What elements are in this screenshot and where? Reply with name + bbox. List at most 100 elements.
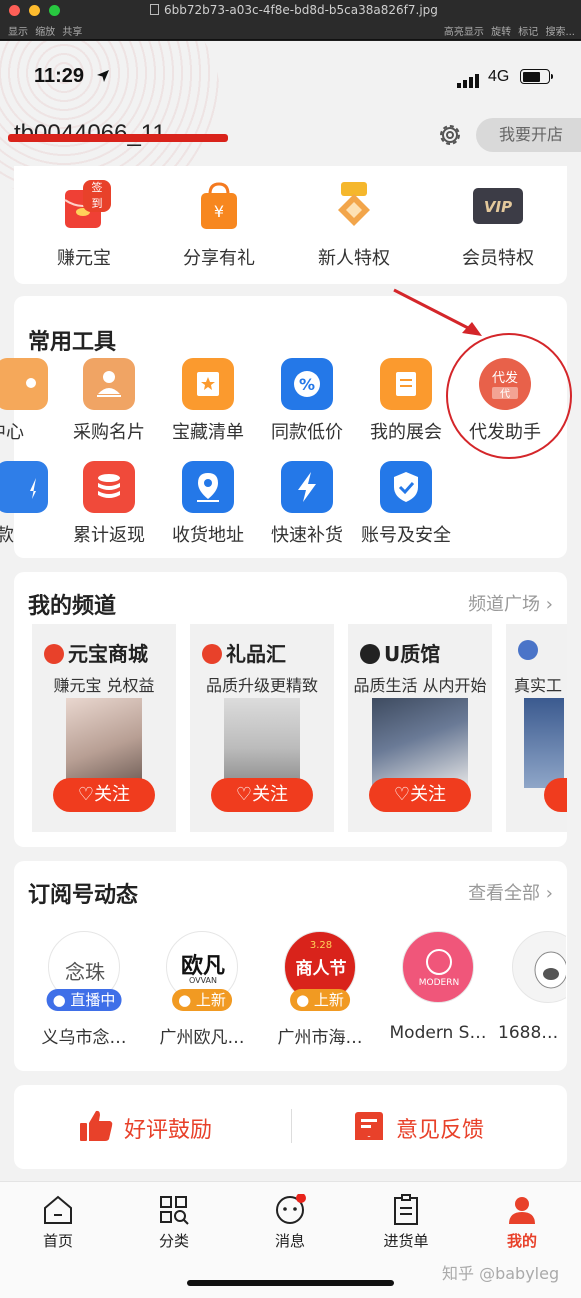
- feedback-form-icon: [355, 1112, 383, 1140]
- home-indicator[interactable]: [187, 1280, 394, 1286]
- toolbar-markup-button[interactable]: 标记: [518, 27, 538, 38]
- channel-subtitle: 真实工: [514, 676, 563, 695]
- toolbar-search-field[interactable]: 搜索...: [545, 27, 575, 38]
- quick-action-newbie-privilege[interactable]: 新人特权: [294, 180, 414, 270]
- partial-icon: [0, 461, 48, 513]
- open-shop-button[interactable]: 我要开店: [476, 118, 581, 152]
- order-list-icon: [394, 1194, 418, 1225]
- channel-card[interactable]: 真实工: [506, 624, 567, 832]
- subscription-item[interactable]: MODERN Modern S…: [378, 931, 498, 1043]
- sign-in-badge: 签到: [83, 180, 111, 212]
- quick-action-member-privilege[interactable]: VIP 会员特权: [438, 180, 558, 270]
- battery-icon: [520, 69, 553, 84]
- follow-button[interactable]: ♡关注: [369, 778, 471, 812]
- annotation-circle: [446, 333, 572, 459]
- avatar: [512, 931, 566, 1003]
- quick-action-share-gift[interactable]: ¥ 分享有礼: [159, 180, 279, 270]
- channel-plaza-link[interactable]: 频道广场 ›: [468, 590, 553, 616]
- channel-subtitle: 品质生活 从内开始: [353, 676, 487, 695]
- follow-button[interactable]: ♡关注: [211, 778, 313, 812]
- toolbar-left-group: 显示 缩放 共享: [8, 23, 82, 38]
- tool-label: 账号及安全: [361, 525, 451, 546]
- tool-account-security[interactable]: 账号及安全: [356, 461, 456, 547]
- toolbar-zoom-button[interactable]: 缩放: [35, 27, 55, 38]
- home-icon: [44, 1195, 72, 1224]
- window-title: 6bb72b73-a03c-4f8e-bd8d-b5ca38a826f7.jpg: [150, 3, 438, 17]
- channel-carousel[interactable]: 元宝商城 赚元宝 兑权益 ♡关注 礼品汇 品质升级更精致 ♡关注 U质馆 品质生…: [14, 624, 567, 834]
- red-envelope-icon: 签到: [57, 180, 111, 232]
- tool-my-exhibition[interactable]: 我的展会: [356, 358, 456, 444]
- channel-name-text: 礼品汇: [226, 642, 286, 666]
- follow-label: 关注: [252, 784, 289, 805]
- tab-category[interactable]: 分类: [134, 1194, 214, 1251]
- praise-label: 好评鼓励: [124, 1118, 213, 1143]
- toolbar-rotate-button[interactable]: 旋转: [491, 27, 511, 38]
- channel-card[interactable]: 元宝商城 赚元宝 兑权益 ♡关注: [32, 624, 176, 832]
- avatar-subtext: OVVAN: [188, 976, 218, 985]
- avatar-text: 念珠: [65, 960, 105, 984]
- profile-icon: [509, 1197, 535, 1224]
- tool-cumulative-cashback[interactable]: 累计返现: [59, 461, 159, 547]
- tab-home[interactable]: 首页: [18, 1194, 98, 1251]
- live-tag: ● 直播中: [46, 989, 122, 1011]
- follow-button[interactable]: ♡关注: [53, 778, 155, 812]
- subscription-item[interactable]: 3.28 商人节 ● 上新 广州市海…: [260, 931, 380, 1048]
- channel-card[interactable]: U质馆 品质生活 从内开始 ♡关注: [348, 624, 492, 832]
- vip-card-icon: VIP: [471, 180, 525, 232]
- toolbar-show-button[interactable]: 显示: [8, 27, 28, 38]
- channel-name: U质馆: [360, 638, 440, 667]
- tool-purchase-card[interactable]: 采购名片: [59, 358, 159, 444]
- tab-mine[interactable]: 我的: [482, 1194, 562, 1251]
- tool-label: 收货地址: [172, 525, 244, 546]
- tab-label: 首页: [42, 1232, 73, 1250]
- watermark: 知乎 @babyleg: [442, 1264, 560, 1283]
- shield-check-icon: [380, 461, 432, 513]
- feedback-button[interactable]: 意见反馈: [352, 1109, 484, 1144]
- toolbar-share-button[interactable]: 共享: [62, 27, 82, 38]
- coins-stack-icon: [83, 461, 135, 513]
- toolbar-highlight-button[interactable]: 高亮显示: [444, 27, 484, 38]
- view-all-link[interactable]: 查看全部 ›: [468, 879, 553, 905]
- tag-label: 直播中: [70, 991, 116, 1009]
- gear-icon[interactable]: [436, 121, 464, 149]
- tool-treasure-list[interactable]: 宝藏清单: [158, 358, 258, 444]
- tab-label: 我的: [506, 1232, 537, 1250]
- quick-action-label: 会员特权: [462, 248, 534, 269]
- zoom-window-button[interactable]: [49, 5, 60, 16]
- tab-messages[interactable]: 消息: [250, 1194, 330, 1251]
- section-title: 我的频道: [28, 594, 117, 619]
- channel-card[interactable]: 礼品汇 品质升级更精致 ♡关注: [190, 624, 334, 832]
- chevron-right-icon: ›: [545, 594, 553, 615]
- close-window-button[interactable]: [9, 5, 20, 16]
- tool-same-style-low-price[interactable]: % 同款低价: [257, 358, 357, 444]
- tool-shipping-address[interactable]: 收货地址: [158, 461, 258, 547]
- dot-icon: ●: [178, 991, 196, 1009]
- category-grid-icon: [160, 1196, 189, 1225]
- subscription-name: 义乌市念…: [41, 1028, 127, 1048]
- minimize-window-button[interactable]: [29, 5, 40, 16]
- window-title-text: 6bb72b73-a03c-4f8e-bd8d-b5ca38a826f7.jpg: [164, 3, 438, 17]
- subscription-name: 广州市海…: [277, 1028, 363, 1048]
- tool-quick-restock[interactable]: 快速补货: [257, 461, 357, 547]
- follow-button[interactable]: [544, 778, 567, 812]
- praise-button[interactable]: 好评鼓励: [78, 1109, 212, 1144]
- svg-text:¥: ¥: [214, 202, 224, 221]
- heart-plus-icon: ♡: [77, 784, 95, 805]
- subscription-item[interactable]: 念珠 ● 直播中 义乌市念…: [24, 931, 144, 1048]
- tab-purchase-list[interactable]: 进货单: [366, 1194, 446, 1251]
- channel-logo-icon: [202, 644, 222, 664]
- channel-image: [524, 698, 564, 788]
- tool-label: 我的展会: [370, 422, 442, 443]
- subscription-item[interactable]: 欧凡 OVVAN ● 上新 广州欧凡…: [142, 931, 262, 1048]
- quick-action-earn-ingots[interactable]: 签到 赚元宝: [24, 180, 144, 270]
- channel-plaza-label: 频道广场: [468, 594, 541, 615]
- feedback-label: 意见反馈: [396, 1118, 485, 1143]
- quick-action-label: 分享有礼: [183, 248, 255, 269]
- status-bar: 11:29 4G: [0, 41, 581, 111]
- document-icon: [380, 358, 432, 410]
- avatar: MODERN: [402, 931, 474, 1003]
- channel-subtitle: 品质升级更精致: [205, 676, 318, 695]
- channel-name-text: 元宝商城: [68, 642, 148, 666]
- subscription-item[interactable]: 1688…: [496, 931, 566, 1043]
- avatar-subtext: 3.28: [309, 940, 333, 951]
